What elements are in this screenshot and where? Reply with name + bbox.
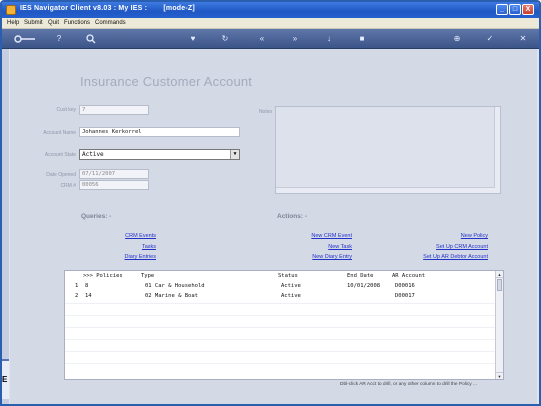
minimize-button[interactable]: _ xyxy=(496,4,508,15)
column-header-type[interactable]: Type xyxy=(141,273,154,279)
heart-icon[interactable]: ♥ xyxy=(188,33,198,45)
search-icon[interactable] xyxy=(86,33,96,45)
row-number: 1 xyxy=(75,283,79,289)
app-window: IES Navigator Client v8.03 : My IES : [m… xyxy=(0,0,541,406)
link-set-up-ar-debtor-account[interactable]: Set Up AR Debtor Account xyxy=(378,254,488,260)
globe-icon[interactable]: ⊕ xyxy=(452,33,462,45)
account-state-label: Account State xyxy=(44,152,76,158)
column-header-status[interactable]: Status xyxy=(278,273,298,279)
row-divider xyxy=(65,303,495,304)
account-state-select[interactable]: Active ▼ xyxy=(79,149,240,160)
link-new-policy[interactable]: New Policy xyxy=(378,233,488,239)
window-title: IES Navigator Client v8.03 : My IES : [m… xyxy=(20,5,195,12)
notes-vertical-scrollbar[interactable] xyxy=(494,107,500,193)
row-divider xyxy=(65,351,495,352)
menu-functions[interactable]: Functions xyxy=(64,20,90,26)
menu-quit[interactable]: Quit xyxy=(48,20,59,26)
stop-icon[interactable]: ■ xyxy=(357,33,367,45)
policies-table: >>> Policies Type Status End Date AR Acc… xyxy=(64,270,504,380)
app-icon xyxy=(6,5,16,15)
cell-policy[interactable]: 14 xyxy=(85,293,92,299)
cust-key-label: Cust key xyxy=(56,107,76,113)
table-row[interactable]: 1 8 01 Car & Household Active 10/01/2008… xyxy=(65,283,495,291)
close-icon[interactable]: ✕ xyxy=(518,33,528,45)
title-bar: IES Navigator Client v8.03 : My IES : [m… xyxy=(2,2,539,18)
table-header: >>> Policies Type Status End Date AR Acc… xyxy=(65,273,495,281)
cell-ar-account[interactable]: D00017 xyxy=(395,293,415,299)
cell-type[interactable]: 01 Car & Household xyxy=(145,283,205,289)
fast-forward-icon[interactable]: » xyxy=(289,33,301,45)
scroll-down-icon[interactable]: ▼ xyxy=(496,372,503,379)
drill-hint: Dbl-click AR Acct to drill, or any other… xyxy=(340,382,478,387)
scroll-thumb[interactable] xyxy=(497,279,502,291)
link-new-task[interactable]: New Task xyxy=(292,244,352,250)
account-name-label: Account Name xyxy=(43,130,76,136)
column-header-policies[interactable]: >>> Policies xyxy=(83,273,123,279)
link-new-diary-entry[interactable]: New Diary Entry xyxy=(292,254,352,260)
date-opened-field[interactable]: 07/11/2007 xyxy=(79,169,149,179)
row-number: 2 xyxy=(75,293,79,299)
cell-type[interactable]: 02 Marine & Boat xyxy=(145,293,198,299)
window-title-text: IES Navigator Client v8.03 : My IES : xyxy=(20,5,148,12)
menu-bar: Help Submit Quit Functions Commands xyxy=(2,18,539,29)
menu-help[interactable]: Help xyxy=(7,20,19,26)
page-title: Insurance Customer Account xyxy=(80,74,253,89)
row-divider xyxy=(65,363,495,364)
link-set-up-crm-account[interactable]: Set Up CRM Account xyxy=(378,244,488,250)
notes-label: Notes xyxy=(258,109,272,115)
cell-ar-account[interactable]: D00016 xyxy=(395,283,415,289)
maximize-button[interactable]: □ xyxy=(509,4,521,15)
scroll-up-icon[interactable]: ▲ xyxy=(496,271,503,278)
menu-commands[interactable]: Commands xyxy=(95,20,126,26)
check-icon[interactable]: ✓ xyxy=(485,33,495,45)
link-new-crm-event[interactable]: New CRM Event xyxy=(292,233,352,239)
row-divider xyxy=(65,339,495,340)
side-marker: E xyxy=(2,359,9,399)
notes-horizontal-scrollbar[interactable] xyxy=(276,187,495,193)
menu-submit[interactable]: Submit xyxy=(24,20,43,26)
notes-textarea[interactable] xyxy=(275,106,501,194)
refresh-icon[interactable]: ↻ xyxy=(220,33,230,45)
cell-end-date[interactable]: 10/01/2008 xyxy=(347,283,380,289)
link-tasks[interactable]: Tasks xyxy=(102,244,156,250)
row-divider xyxy=(65,315,495,316)
cell-status[interactable]: Active xyxy=(281,283,301,289)
window-mode: [mode-Z] xyxy=(163,5,195,12)
cell-status[interactable]: Active xyxy=(281,293,301,299)
link-diary-entries[interactable]: Diary Entries xyxy=(102,254,156,260)
link-crm-events[interactable]: CRM Events xyxy=(102,233,156,239)
close-window-button[interactable]: X xyxy=(522,4,534,15)
crm-number-label: CRM # xyxy=(60,183,76,189)
date-opened-label: Date Opened xyxy=(46,172,76,178)
column-header-ar-account[interactable]: AR Account xyxy=(392,273,425,279)
down-icon[interactable]: ↓ xyxy=(324,33,334,45)
cell-policy[interactable]: 8 xyxy=(85,283,88,289)
queries-title: Queries: - xyxy=(81,213,112,220)
chevron-down-icon[interactable]: ▼ xyxy=(230,150,239,159)
help-icon[interactable]: ? xyxy=(54,33,64,45)
table-vertical-scrollbar[interactable]: ▲ ▼ xyxy=(495,271,503,379)
account-state-value: Active xyxy=(82,151,104,158)
cust-key-field[interactable]: 7 xyxy=(79,105,149,115)
row-divider xyxy=(65,327,495,328)
column-header-end-date[interactable]: End Date xyxy=(347,273,374,279)
table-row[interactable]: 2 14 02 Marine & Boat Active D00017 xyxy=(65,293,495,301)
rewind-icon[interactable]: « xyxy=(256,33,268,45)
toolbar: ? ♥ ↻ « » ↓ ■ ⊕ ✓ ✕ xyxy=(2,29,539,49)
key-icon[interactable] xyxy=(14,33,36,45)
side-strip: E xyxy=(2,49,9,404)
actions-title: Actions: - xyxy=(277,213,307,220)
crm-number-field[interactable]: 00056 xyxy=(79,180,149,190)
account-name-field[interactable]: Johannes Kerkorrel xyxy=(79,127,240,137)
